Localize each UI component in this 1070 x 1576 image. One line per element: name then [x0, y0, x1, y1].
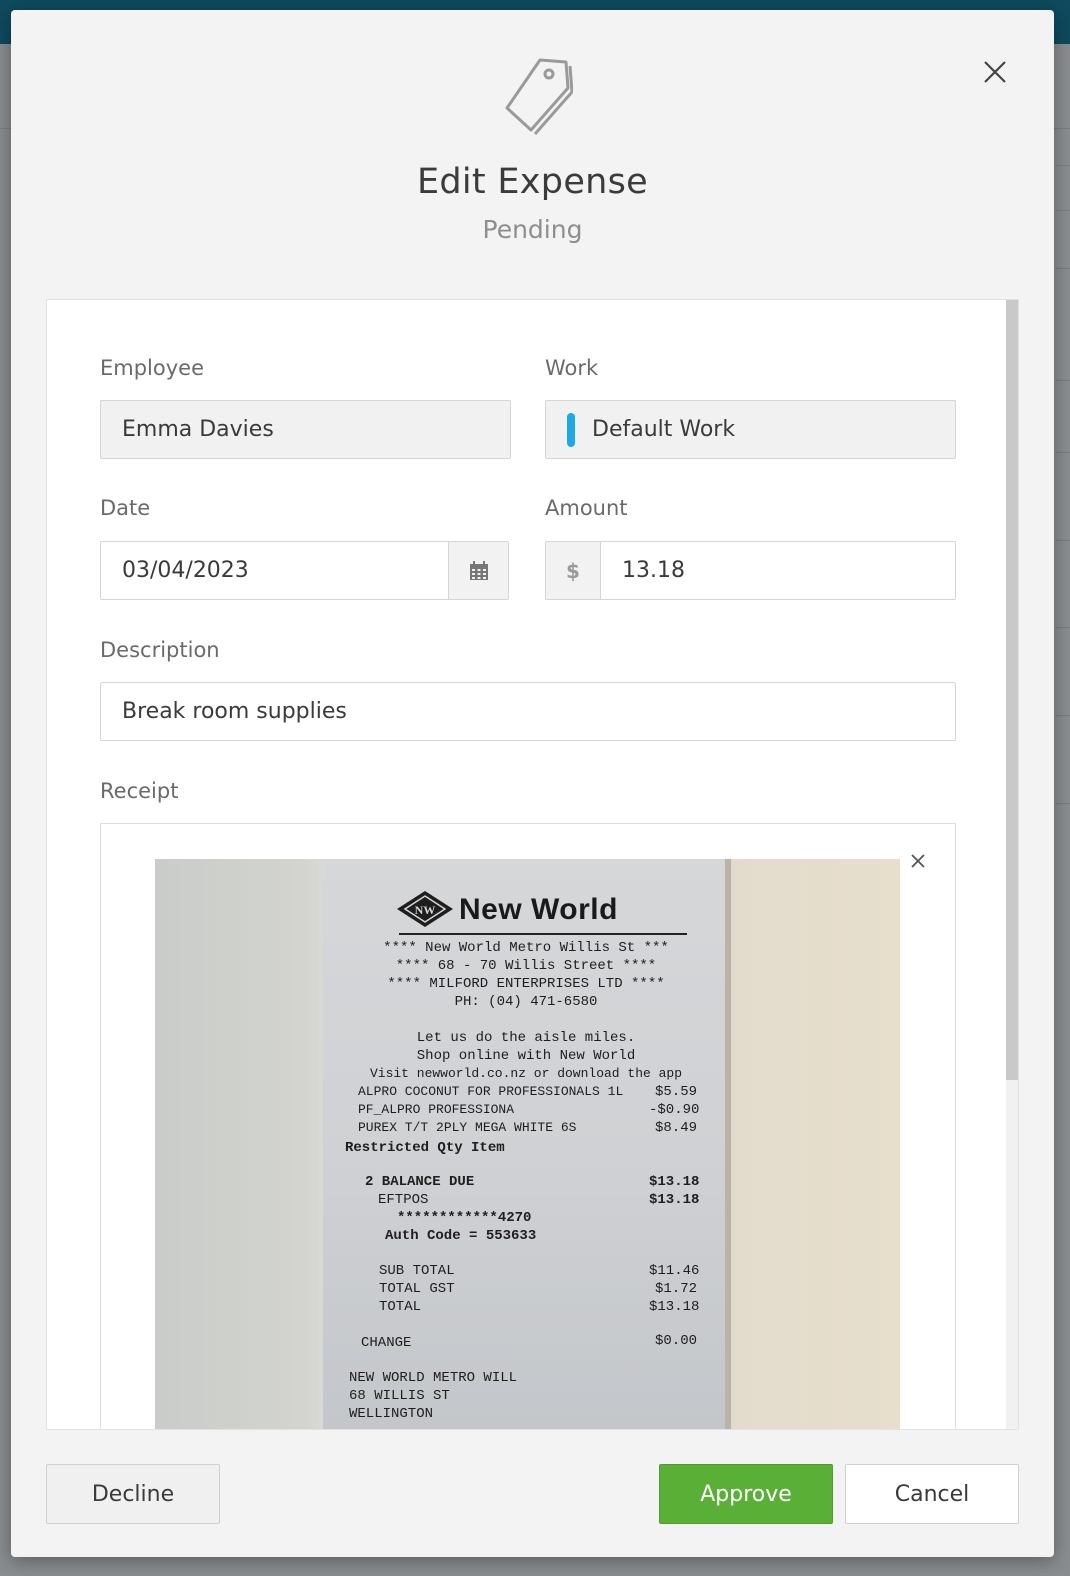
receipt-footer-line: NEW WORLD METRO WILL: [349, 1370, 518, 1386]
dialog-title: Edit Expense: [416, 162, 649, 202]
receipt-eftpos-value: $13.18: [649, 1192, 700, 1208]
receipt-gst-label: TOTAL GST: [379, 1281, 455, 1297]
employee-field[interactable]: Emma Davies: [100, 400, 511, 459]
receipt-change-value: $0.00: [655, 1333, 698, 1349]
date-input[interactable]: 03/04/2023: [100, 541, 509, 600]
receipt-item-price: -$0.90: [649, 1102, 700, 1118]
bg-divider: [1056, 803, 1070, 804]
receipt-eftpos-label: EFTPOS: [378, 1192, 429, 1208]
decline-button[interactable]: Decline: [46, 1464, 220, 1524]
receipt-restricted: Restricted Qty Item: [345, 1140, 505, 1156]
receipt-image[interactable]: NW New World **** New World Metro Willis…: [155, 859, 900, 1429]
bg-divider: [1056, 452, 1070, 453]
receipt-line: PH: (04) 471-6580: [454, 994, 598, 1010]
receipt-footer-line: 68 WILLIS ST: [349, 1388, 450, 1404]
logo-badge-text: NW: [415, 903, 436, 917]
description-input[interactable]: Break room supplies: [100, 682, 956, 741]
employee-label: Employee: [100, 356, 205, 380]
bg-divider: [1056, 715, 1070, 716]
date-value: 03/04/2023: [122, 558, 249, 583]
receipt-auth: Auth Code = 553633: [385, 1228, 537, 1244]
receipt-card: ************4270: [397, 1210, 532, 1226]
receipt-item-name: ALPRO COCONUT FOR PROFESSIONALS 1L: [358, 1084, 624, 1099]
bg-divider: [1056, 268, 1070, 269]
work-field[interactable]: Default Work: [545, 400, 956, 459]
tag-icon: [505, 58, 573, 135]
scrollbar-thumb[interactable]: [1006, 300, 1018, 1080]
close-icon[interactable]: [980, 57, 1010, 87]
receipt-subtotal-label: SUB TOTAL: [379, 1263, 455, 1279]
receipt-total-label: TOTAL: [379, 1299, 422, 1315]
receipt-line: **** MILFORD ENTERPRISES LTD ****: [387, 976, 665, 992]
receipt-line: Let us do the aisle miles.: [416, 1030, 636, 1046]
receipt-subtotal-value: $11.46: [649, 1263, 700, 1279]
receipt-item-name: PF_ALPRO PROFESSIONA: [358, 1102, 515, 1117]
receipt-gst-value: $1.72: [655, 1281, 698, 1297]
panel-scrollbar[interactable]: [1006, 300, 1018, 1429]
status-label: Pending: [482, 215, 583, 244]
approve-button[interactable]: Approve: [659, 1464, 833, 1524]
receipt-item-name: PUREX T/T 2PLY MEGA WHITE 6S: [358, 1120, 577, 1135]
receipt-footer-line: WELLINGTON: [349, 1406, 434, 1422]
work-color-marker: [567, 412, 575, 447]
close-icon[interactable]: [907, 850, 929, 872]
receipt-balance-value: $13.18: [649, 1174, 700, 1190]
receipt-line: Shop online with New World: [416, 1048, 636, 1064]
bg-divider: [1056, 540, 1070, 541]
calendar-icon: [469, 560, 488, 580]
receipt-line: **** New World Metro Willis St ***: [383, 940, 669, 956]
receipt-total-value: $13.18: [649, 1299, 700, 1315]
date-picker-button[interactable]: [448, 542, 508, 599]
amount-value: 13.18: [622, 558, 685, 583]
receipt-label: Receipt: [100, 779, 179, 803]
work-value: Default Work: [592, 417, 736, 442]
receipt-item-price: $5.59: [655, 1084, 698, 1100]
description-label: Description: [100, 638, 220, 662]
receipt-preview: NW New World **** New World Metro Willis…: [100, 823, 956, 1429]
receipt-change-label: CHANGE: [361, 1335, 412, 1351]
receipt-line: Visit newworld.co.nz or download the app: [369, 1066, 683, 1081]
employee-value: Emma Davies: [122, 417, 274, 442]
bg-divider: [1056, 165, 1070, 166]
amount-label: Amount: [545, 496, 628, 520]
expense-form-panel: Employee Emma Davies Work Default Work D…: [46, 299, 1019, 1430]
edit-expense-dialog: Edit Expense Pending Employee Emma Davie…: [11, 10, 1054, 1557]
receipt-rule: [399, 933, 687, 935]
receipt-item-price: $8.49: [655, 1120, 698, 1136]
receipt-line: **** 68 - 70 Willis Street ****: [395, 958, 657, 974]
work-label: Work: [545, 356, 599, 380]
currency-symbol: $: [546, 542, 601, 599]
receipt-balance-label: 2 BALANCE DUE: [365, 1174, 475, 1190]
description-value: Break room supplies: [122, 699, 347, 724]
amount-input[interactable]: $ 13.18: [545, 541, 956, 600]
receipt-paper-edge: [725, 859, 731, 1429]
cancel-button[interactable]: Cancel: [845, 1464, 1019, 1524]
bg-divider: [1056, 627, 1070, 628]
date-label: Date: [100, 496, 151, 520]
receipt-paper: NW New World **** New World Metro Willis…: [323, 859, 729, 1429]
bg-divider: [1056, 210, 1070, 211]
bg-divider: [1056, 380, 1070, 381]
receipt-brand: New World: [459, 893, 618, 926]
